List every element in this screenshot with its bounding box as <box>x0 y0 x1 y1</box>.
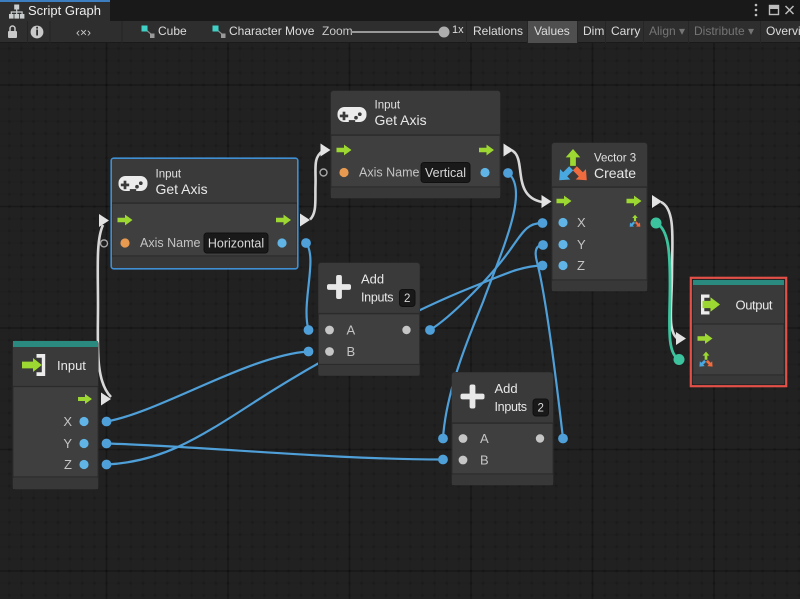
svg-text:Z: Z <box>577 258 585 273</box>
svg-text:Inputs: Inputs <box>361 291 393 305</box>
svg-text:2: 2 <box>404 293 410 305</box>
svg-text:X: X <box>63 414 72 429</box>
svg-text:Input: Input <box>375 100 401 112</box>
svg-text:Input: Input <box>156 169 182 181</box>
svg-text:Vector 3: Vector 3 <box>594 153 636 165</box>
svg-text:X: X <box>577 215 586 230</box>
svg-text:Get Axis: Get Axis <box>375 112 427 128</box>
svg-text:B: B <box>347 344 356 359</box>
svg-text:Output: Output <box>736 298 773 313</box>
svg-text:B: B <box>480 453 489 468</box>
svg-text:Add: Add <box>495 381 518 396</box>
svg-text:Input: Input <box>57 358 86 373</box>
svg-text:Axis Name: Axis Name <box>359 166 419 180</box>
svg-text:Create: Create <box>594 165 636 181</box>
svg-text:A: A <box>480 431 489 446</box>
svg-text:Axis Name: Axis Name <box>140 236 200 250</box>
svg-text:Get Axis: Get Axis <box>156 181 208 197</box>
svg-text:Y: Y <box>63 436 72 451</box>
svg-text:Z: Z <box>64 457 72 472</box>
svg-text:Vertical: Vertical <box>425 166 466 180</box>
svg-text:2: 2 <box>538 403 544 415</box>
svg-text:Horizontal: Horizontal <box>208 237 264 251</box>
svg-text:Y: Y <box>577 237 586 252</box>
svg-text:A: A <box>347 323 356 338</box>
svg-text:‹×›: ‹×› <box>76 26 91 40</box>
svg-text:Inputs: Inputs <box>495 400 527 414</box>
svg-text:Add: Add <box>361 272 384 287</box>
